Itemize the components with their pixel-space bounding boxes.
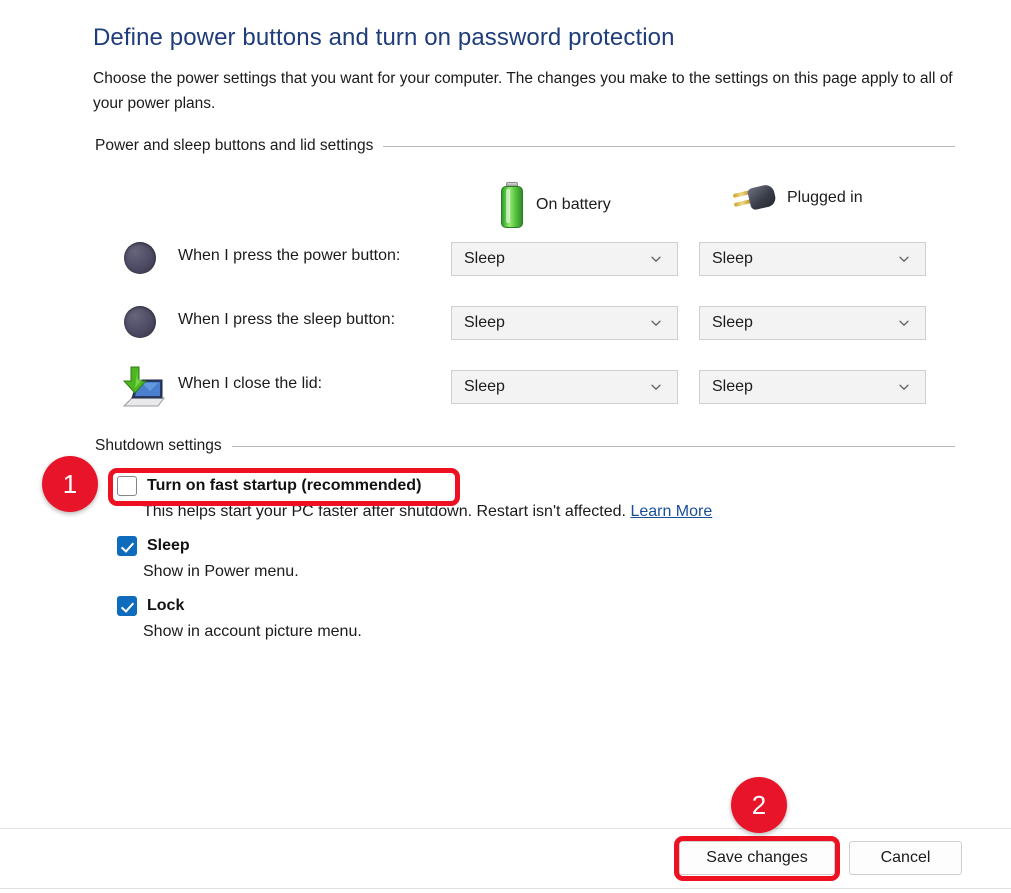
- dropdown-value: Sleep: [712, 314, 753, 331]
- checkbox-row-fast-startup[interactable]: Turn on fast startup (recommended): [117, 476, 421, 496]
- annotation-badge-2: 2: [731, 777, 787, 833]
- setting-row-sleep-button: When I press the sleep button: Sleep Sle…: [0, 300, 1011, 348]
- lock-description: Show in account picture menu.: [143, 623, 362, 640]
- page-title: Define power buttons and turn on passwor…: [93, 24, 675, 51]
- column-header-on-battery-label: On battery: [536, 196, 611, 213]
- dropdown-value: Sleep: [464, 250, 505, 267]
- fast-startup-description-text: This helps start your PC faster after sh…: [143, 503, 626, 520]
- column-header-plugged-in: Plugged in: [732, 182, 863, 214]
- chevron-down-icon: [649, 380, 663, 394]
- dropdown-sleep-button-on-battery[interactable]: Sleep: [451, 306, 678, 340]
- checkbox-fast-startup-label: Turn on fast startup (recommended): [147, 477, 422, 494]
- save-changes-button[interactable]: Save changes: [679, 841, 835, 875]
- chevron-down-icon: [897, 316, 911, 330]
- setting-row-sleep-button-label: When I press the sleep button:: [178, 311, 396, 328]
- dropdown-value: Sleep: [712, 250, 753, 267]
- setting-row-close-lid-label: When I close the lid:: [178, 375, 323, 392]
- section-divider: [383, 145, 955, 147]
- cancel-button[interactable]: Cancel: [849, 841, 962, 875]
- chevron-down-icon: [649, 252, 663, 266]
- checkbox-row-lock[interactable]: Lock: [117, 596, 184, 616]
- power-button-icon: [118, 236, 164, 282]
- chevron-down-icon: [897, 380, 911, 394]
- checkbox-lock[interactable]: [117, 596, 137, 616]
- footer-divider-bottom: [0, 888, 1011, 889]
- fast-startup-description: This helps start your PC faster after sh…: [143, 503, 712, 521]
- sleep-button-icon: [118, 300, 164, 346]
- dropdown-sleep-button-plugged-in[interactable]: Sleep: [699, 306, 926, 340]
- checkbox-sleep-label: Sleep: [147, 537, 190, 554]
- sleep-description: Show in Power menu.: [143, 563, 299, 580]
- dropdown-value: Sleep: [464, 314, 505, 331]
- checkbox-row-sleep[interactable]: Sleep: [117, 536, 190, 556]
- laptop-lid-icon: [118, 364, 165, 410]
- page-description: Choose the power settings that you want …: [93, 70, 953, 112]
- annotation-badge-1: 1: [42, 456, 98, 512]
- dropdown-power-button-on-battery[interactable]: Sleep: [451, 242, 678, 276]
- checkbox-sleep[interactable]: [117, 536, 137, 556]
- battery-icon: [500, 182, 524, 228]
- section-heading-power-buttons: Power and sleep buttons and lid settings: [95, 137, 955, 155]
- dropdown-value: Sleep: [712, 378, 753, 395]
- settings-page: Define power buttons and turn on passwor…: [0, 0, 1011, 828]
- dropdown-value: Sleep: [464, 378, 505, 395]
- dropdown-close-lid-on-battery[interactable]: Sleep: [451, 370, 678, 404]
- chevron-down-icon: [897, 252, 911, 266]
- setting-row-close-lid: When I close the lid: Sleep Sleep: [0, 364, 1011, 412]
- setting-row-power-button: When I press the power button: Sleep Sle…: [0, 236, 1011, 284]
- power-plug-icon: [732, 182, 778, 214]
- chevron-down-icon: [649, 316, 663, 330]
- learn-more-link[interactable]: Learn More: [630, 503, 712, 520]
- section-divider: [231, 445, 955, 447]
- checkbox-lock-label: Lock: [147, 597, 185, 614]
- section-heading-shutdown-settings: Shutdown settings: [95, 437, 955, 455]
- footer-divider-top: [0, 828, 1011, 829]
- column-header-plugged-in-label: Plugged in: [787, 189, 863, 206]
- section-heading-power-buttons-label: Power and sleep buttons and lid settings: [95, 137, 374, 154]
- dropdown-power-button-plugged-in[interactable]: Sleep: [699, 242, 926, 276]
- column-header-on-battery: On battery: [500, 182, 611, 228]
- dropdown-close-lid-plugged-in[interactable]: Sleep: [699, 370, 926, 404]
- checkbox-fast-startup[interactable]: [117, 476, 137, 496]
- setting-row-power-button-label: When I press the power button:: [178, 247, 401, 264]
- section-heading-shutdown-settings-label: Shutdown settings: [95, 437, 222, 454]
